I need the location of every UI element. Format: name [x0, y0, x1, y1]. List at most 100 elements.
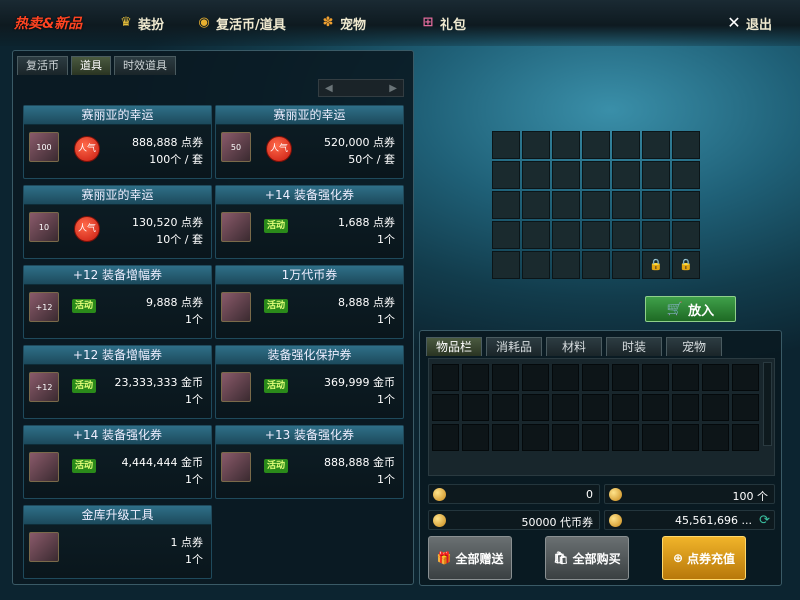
item-slot[interactable] — [642, 131, 670, 159]
item-card[interactable]: 赛丽亚的幸运 100 人气 888,888 点券 100个 / 套 — [23, 105, 212, 179]
item-icon[interactable] — [221, 452, 251, 482]
inventory-slot[interactable] — [702, 394, 729, 421]
item-card[interactable]: 赛丽亚的幸运 50 人气 520,000 点券 50个 / 套 — [215, 105, 404, 179]
put-in-button[interactable]: 🛒 放入 — [645, 296, 736, 322]
item-icon[interactable]: 10 — [29, 212, 59, 242]
locked-slot[interactable]: 🔒 — [642, 251, 670, 279]
item-slot[interactable] — [582, 221, 610, 249]
tab-fashion[interactable]: 时装 — [606, 337, 662, 356]
item-icon[interactable] — [221, 292, 251, 322]
inventory-slot[interactable] — [432, 364, 459, 391]
item-slot[interactable] — [552, 251, 580, 279]
inventory-slot[interactable] — [732, 364, 759, 391]
tab-dress[interactable]: ♛ 装扮 — [118, 12, 164, 34]
item-icon[interactable]: 50 — [221, 132, 251, 162]
item-slot[interactable] — [642, 161, 670, 189]
item-icon[interactable]: 100 — [29, 132, 59, 162]
tab-pet[interactable]: ✽ 宠物 — [320, 12, 366, 34]
inventory-slot[interactable] — [702, 424, 729, 451]
item-slot[interactable] — [612, 251, 640, 279]
item-slot[interactable] — [552, 191, 580, 219]
locked-slot[interactable]: 🔒 — [672, 251, 700, 279]
item-slot[interactable] — [582, 131, 610, 159]
item-card[interactable]: +14 装备强化券 活动 1,688 点券 1个 — [215, 185, 404, 259]
item-slot[interactable] — [672, 221, 700, 249]
item-icon[interactable]: +12 — [29, 292, 59, 322]
subtab-items[interactable]: 道具 — [71, 56, 111, 75]
item-slot[interactable] — [492, 251, 520, 279]
item-card[interactable]: 装备强化保护券 活动 369,999 金币 1个 — [215, 345, 404, 419]
buy-all-button[interactable]: 🛍 全部购买 — [545, 536, 629, 580]
item-card[interactable]: 金库升级工具 1 点券 1个 — [23, 505, 212, 579]
inventory-slot[interactable] — [582, 364, 609, 391]
inventory-slot[interactable] — [492, 424, 519, 451]
item-slot[interactable] — [612, 191, 640, 219]
inventory-slot[interactable] — [612, 424, 639, 451]
tab-hot-new[interactable]: 热卖&新品 — [14, 12, 82, 34]
item-slot[interactable] — [552, 161, 580, 189]
inventory-slot[interactable] — [612, 364, 639, 391]
exit-button[interactable]: ✕ 退出 — [726, 12, 772, 34]
item-slot[interactable] — [522, 221, 550, 249]
item-slot[interactable] — [612, 221, 640, 249]
item-slot[interactable] — [642, 221, 670, 249]
item-card[interactable]: 1万代币券 活动 8,888 点券 1个 — [215, 265, 404, 339]
item-icon[interactable] — [29, 452, 59, 482]
item-card[interactable]: +12 装备增幅券 +12 活动 23,333,333 金币 1个 — [23, 345, 212, 419]
inventory-slot[interactable] — [522, 394, 549, 421]
tab-inventory[interactable]: 物品栏 — [426, 337, 482, 356]
inventory-slot[interactable] — [432, 424, 459, 451]
tab-gift-pack[interactable]: ⊞ 礼包 — [420, 12, 466, 34]
inventory-slot[interactable] — [492, 364, 519, 391]
recharge-button[interactable]: ⊕ 点券充值 — [662, 536, 746, 580]
item-slot[interactable] — [582, 251, 610, 279]
item-icon[interactable] — [221, 372, 251, 402]
subtab-revive-coin[interactable]: 复活币 — [17, 56, 68, 75]
inventory-slot[interactable] — [522, 364, 549, 391]
tab-consumables[interactable]: 消耗品 — [486, 337, 542, 356]
next-page-button[interactable]: ▶ — [389, 83, 397, 94]
item-icon[interactable] — [29, 532, 59, 562]
item-card[interactable]: +14 装备强化券 活动 4,444,444 金币 1个 — [23, 425, 212, 499]
inventory-slot[interactable] — [432, 394, 459, 421]
prev-page-button[interactable]: ◀ — [325, 83, 333, 94]
item-slot[interactable] — [492, 221, 520, 249]
inventory-slot[interactable] — [672, 394, 699, 421]
item-icon[interactable] — [221, 212, 251, 242]
item-slot[interactable] — [672, 191, 700, 219]
item-slot[interactable] — [522, 251, 550, 279]
inventory-slot[interactable] — [582, 394, 609, 421]
inventory-slot[interactable] — [732, 394, 759, 421]
inventory-slot[interactable] — [552, 424, 579, 451]
item-slot[interactable] — [582, 161, 610, 189]
inventory-slot[interactable] — [552, 364, 579, 391]
inventory-scrollbar[interactable] — [763, 362, 772, 446]
inventory-slot[interactable] — [582, 424, 609, 451]
inventory-slot[interactable] — [462, 424, 489, 451]
refresh-icon[interactable]: ⟳ — [759, 513, 770, 528]
inventory-slot[interactable] — [702, 364, 729, 391]
tab-materials[interactable]: 材料 — [546, 337, 602, 356]
subtab-timed-items[interactable]: 时效道具 — [114, 56, 176, 75]
inventory-slot[interactable] — [522, 424, 549, 451]
item-slot[interactable] — [492, 131, 520, 159]
inventory-slot[interactable] — [642, 394, 669, 421]
inventory-slot[interactable] — [552, 394, 579, 421]
item-slot[interactable] — [582, 191, 610, 219]
inventory-slot[interactable] — [642, 424, 669, 451]
inventory-slot[interactable] — [732, 424, 759, 451]
item-card[interactable]: 赛丽亚的幸运 10 人气 130,520 点券 10个 / 套 — [23, 185, 212, 259]
item-slot[interactable] — [612, 131, 640, 159]
inventory-slot[interactable] — [672, 424, 699, 451]
inventory-slot[interactable] — [672, 364, 699, 391]
item-card[interactable]: +12 装备增幅券 +12 活动 9,888 点券 1个 — [23, 265, 212, 339]
inventory-slot[interactable] — [462, 394, 489, 421]
inventory-slot[interactable] — [642, 364, 669, 391]
item-slot[interactable] — [522, 161, 550, 189]
item-slot[interactable] — [552, 131, 580, 159]
tab-pets[interactable]: 宠物 — [666, 337, 722, 356]
item-slot[interactable] — [522, 191, 550, 219]
item-slot[interactable] — [642, 191, 670, 219]
item-icon[interactable]: +12 — [29, 372, 59, 402]
item-slot[interactable] — [492, 191, 520, 219]
